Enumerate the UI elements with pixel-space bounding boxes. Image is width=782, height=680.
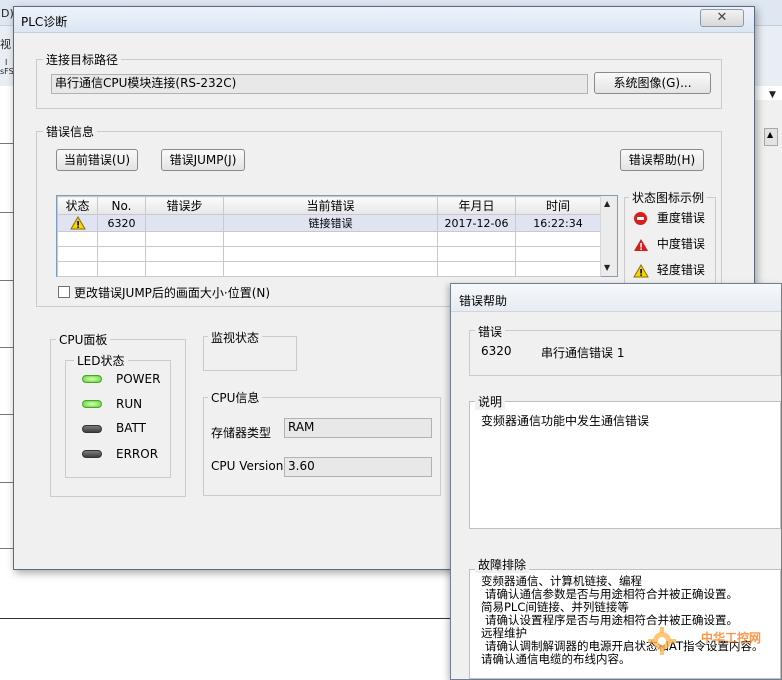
medium-error-icon xyxy=(634,238,648,251)
help-troubleshoot-label: 故障排除 xyxy=(475,556,530,573)
help-description-text: 变频器通信功能中发生通信错误 xyxy=(481,414,650,428)
connection-group-label: 连接目标路径 xyxy=(43,51,122,68)
table-row xyxy=(57,231,601,247)
system-image-button[interactable]: 系统图像(G)... xyxy=(594,72,711,94)
background-menu-fragment: D) xyxy=(1,7,14,20)
resize-after-jump-label: 更改错误JUMP后的画面大小·位置(N) xyxy=(74,286,271,300)
cpu-version-label: CPU Version xyxy=(211,459,284,473)
scroll-down-icon[interactable]: ▼ xyxy=(604,263,610,272)
table-cell-date: 2017-12-06 xyxy=(437,214,516,232)
table-header-row: 状态 No. 错误步 当前错误 年月日 时间 xyxy=(57,196,601,215)
run-led-label: RUN xyxy=(116,397,143,411)
help-titlebar[interactable]: 错误帮助 xyxy=(451,284,781,312)
gear-icon xyxy=(648,627,676,655)
background-ladder-line xyxy=(0,482,14,483)
background-ladder-line xyxy=(0,347,14,348)
error-table[interactable]: 状态 No. 错误步 当前错误 年月日 时间 6320 链接错误 2017-12… xyxy=(56,195,618,277)
batt-led xyxy=(82,425,102,433)
close-icon: ✕ xyxy=(716,10,728,25)
column-header-error-step[interactable]: 错误步 xyxy=(145,196,224,215)
power-led xyxy=(82,375,102,383)
table-row xyxy=(57,261,601,277)
background-toolbar-fragment: I xyxy=(5,58,8,67)
legend-item-label: 中度错误 xyxy=(656,237,705,251)
dialog-titlebar[interactable]: PLC诊断 ✕ xyxy=(14,7,754,33)
help-title: 错误帮助 xyxy=(459,294,508,308)
legend-item-label: 重度错误 xyxy=(656,211,705,225)
background-ladder-line xyxy=(0,618,450,619)
legend-item-medium: 中度错误 xyxy=(633,235,705,252)
run-led xyxy=(82,400,102,408)
help-error-code: 6320 xyxy=(481,344,512,358)
background-scrollbar[interactable]: ▲ xyxy=(764,128,778,146)
help-description-label: 说明 xyxy=(475,393,506,410)
error-grid: 状态 No. 错误步 当前错误 年月日 时间 6320 链接错误 2017-12… xyxy=(57,196,601,277)
warning-icon xyxy=(69,216,86,230)
heavy-error-icon xyxy=(634,212,647,225)
table-cell-no: 6320 xyxy=(97,214,146,232)
column-header-time[interactable]: 时间 xyxy=(515,196,601,215)
table-row xyxy=(57,246,601,262)
close-button[interactable]: ✕ xyxy=(700,9,744,27)
column-header-date[interactable]: 年月日 xyxy=(437,196,516,215)
error-jump-button[interactable]: 错误JUMP(J) xyxy=(161,149,245,171)
cpu-info-label: CPU信息 xyxy=(208,389,263,406)
legend-item-label: 轻度错误 xyxy=(656,263,705,277)
scroll-up-icon[interactable]: ▲ xyxy=(604,199,610,208)
background-ladder-line xyxy=(0,212,14,213)
light-error-icon xyxy=(633,263,649,277)
help-troubleshoot-text: 变频器通信、计算机链接、编程 请确认通信参数是否与用途相符合并被正确设置。 简易… xyxy=(481,575,777,666)
memory-type-field: RAM xyxy=(284,418,432,438)
table-cell-status xyxy=(57,214,98,232)
background-editor xyxy=(0,86,14,680)
power-led-label: POWER xyxy=(116,372,161,386)
column-header-status[interactable]: 状态 xyxy=(57,196,98,215)
background-toolbar-fragment: sFS xyxy=(0,67,14,76)
error-help-dialog: 错误帮助 错误 6320 串行通信错误 1 说明 变频器通信功能中发生通信错误 … xyxy=(450,283,782,680)
help-error-message: 串行通信错误 1 xyxy=(541,346,625,360)
led-status-label: LED状态 xyxy=(74,352,128,369)
error-help-button[interactable]: 错误帮助(H) xyxy=(620,149,704,171)
background-ladder-line xyxy=(0,414,14,415)
legend-item-light: 轻度错误 xyxy=(633,261,705,278)
background-toolbar-fragment: 视 xyxy=(0,38,11,51)
dropdown-arrow-icon[interactable]: ▼ xyxy=(769,90,776,100)
help-error-group xyxy=(469,330,781,376)
table-row[interactable]: 6320 链接错误 2017-12-06 16:22:34 xyxy=(57,214,601,232)
error-info-group-label: 错误信息 xyxy=(43,123,98,140)
watermark-text: 中华工控网 xyxy=(701,631,762,645)
cpu-panel-label: CPU面板 xyxy=(56,331,111,348)
help-error-label: 错误 xyxy=(475,323,506,340)
resize-after-jump-checkbox[interactable] xyxy=(58,286,70,298)
legend-label: 状态图标示例 xyxy=(629,189,708,206)
dialog-title: PLC诊断 xyxy=(21,15,68,29)
background-ladder-line xyxy=(0,280,14,281)
memory-type-label: 存储器类型 xyxy=(211,426,272,440)
table-cell-error: 链接错误 xyxy=(223,214,438,232)
error-led-label: ERROR xyxy=(116,447,159,461)
scroll-up-icon[interactable]: ▲ xyxy=(767,130,773,139)
table-cell-step xyxy=(145,214,224,232)
connection-path-field: 串行通信CPU模块连接(RS-232C) xyxy=(51,74,588,94)
cpu-info-group xyxy=(203,397,441,496)
current-error-button[interactable]: 当前错误(U) xyxy=(56,149,138,171)
cpu-version-field: 3.60 xyxy=(284,457,432,477)
error-led xyxy=(82,450,102,458)
table-cell-time: 16:22:34 xyxy=(515,214,601,232)
column-header-current-error[interactable]: 当前错误 xyxy=(223,196,438,215)
batt-led-label: BATT xyxy=(116,421,146,435)
background-ladder-line xyxy=(0,548,14,549)
legend-item-heavy: 重度错误 xyxy=(634,209,705,226)
table-scrollbar[interactable]: ▲ ▼ xyxy=(600,196,617,276)
monitor-status-label: 监视状态 xyxy=(208,329,263,346)
troubleshoot-line: 请确认通信电缆的布线内容。 xyxy=(481,652,631,666)
background-ladder-line xyxy=(0,143,14,144)
column-header-no[interactable]: No. xyxy=(97,196,146,215)
